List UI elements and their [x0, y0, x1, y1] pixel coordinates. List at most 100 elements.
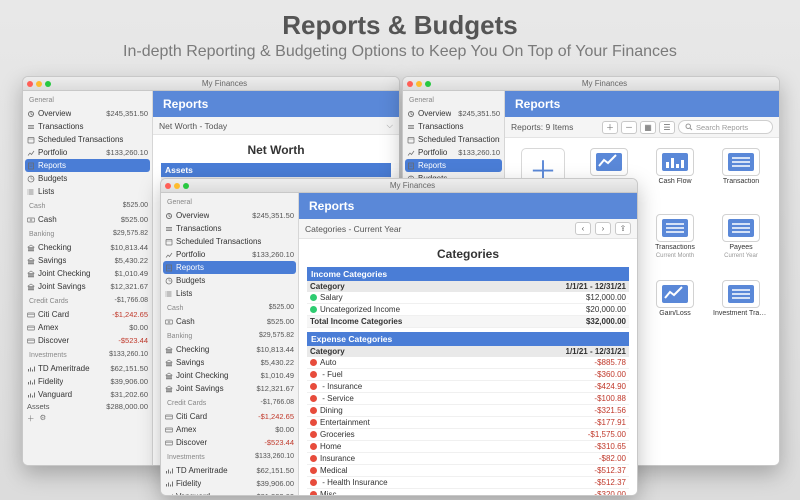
titlebar[interactable]: My Finances	[161, 179, 637, 193]
report-thumbnail-icon	[590, 148, 628, 176]
sidebar-header: Cash$525.00	[163, 300, 296, 315]
dropdown-caret-icon[interactable]: ⌵	[387, 120, 393, 131]
sidebar-item-transactions[interactable]: Transactions	[405, 120, 502, 133]
titlebar[interactable]: My Finances	[23, 77, 399, 91]
sidebar-item-amex[interactable]: Amex$0.00	[163, 423, 296, 436]
report-thumbnail-icon	[656, 214, 694, 242]
sidebar-item-cash[interactable]: Cash$525.00	[163, 315, 296, 328]
gear-icon[interactable]: ⚙	[40, 413, 47, 424]
table-row: Medical-$512.37	[307, 465, 629, 477]
scheduled-icon	[407, 136, 415, 144]
report-tile[interactable]: TransactionsCurrent Month	[651, 214, 699, 272]
inv-icon	[27, 378, 35, 386]
reports-icon	[27, 162, 35, 170]
sidebar-item-savings[interactable]: Savings$5,430.22	[163, 356, 296, 369]
list-view-button[interactable]: ☰	[659, 121, 675, 134]
sidebar-item-label: TD Ameritrade	[176, 465, 228, 476]
sidebar-item-reports[interactable]: Reports	[25, 159, 150, 172]
zoom-icon[interactable]	[45, 81, 51, 87]
sidebar-item-scheduled-transactions[interactable]: Scheduled Transactions	[25, 133, 150, 146]
transactions-icon	[407, 123, 415, 131]
sidebar-item-lists[interactable]: Lists	[25, 185, 150, 198]
sidebar-item-scheduled-transactions[interactable]: Scheduled Transactions	[163, 235, 296, 248]
sidebar-item-overview[interactable]: Overview$245,351.50	[163, 209, 296, 222]
inv-icon	[27, 365, 35, 373]
category-color-icon	[310, 395, 317, 402]
transactions-icon	[27, 123, 35, 131]
report-tile[interactable]: Gain/Loss	[651, 280, 699, 338]
report-tile[interactable]: Transaction	[717, 148, 765, 206]
tile-meta: Current Year	[724, 253, 758, 259]
report-tile[interactable]: Cash Flow	[651, 148, 699, 206]
report-tile[interactable]: Investment Transactio...	[717, 280, 765, 338]
row-amount: -$512.37	[504, 465, 629, 477]
card-icon	[27, 337, 35, 345]
report-tile[interactable]: PayeesCurrent Year	[717, 214, 765, 272]
minimize-icon[interactable]	[174, 183, 180, 189]
page-title: Reports & Budgets	[0, 10, 800, 41]
close-icon[interactable]	[407, 81, 413, 87]
minimize-icon[interactable]	[36, 81, 42, 87]
sidebar-item-vanguard[interactable]: Vanguard$31,202.60	[163, 490, 296, 495]
sidebar-item-budgets[interactable]: Budgets	[163, 274, 296, 287]
sidebar-item-portfolio[interactable]: Portfolio$133,260.10	[405, 146, 502, 159]
sidebar-item-checking[interactable]: Checking$10,813.44	[163, 343, 296, 356]
sidebar-header: Banking$29,575.82	[163, 328, 296, 343]
sidebar-item-joint-savings[interactable]: Joint Savings$12,321.67	[163, 382, 296, 395]
close-icon[interactable]	[165, 183, 171, 189]
category-color-icon	[310, 491, 317, 495]
sidebar-item-discover[interactable]: Discover-$523.44	[163, 436, 296, 449]
sidebar-item-fidelity[interactable]: Fidelity$39,906.00	[163, 477, 296, 490]
sidebar-item-scheduled-transactions[interactable]: Scheduled Transactions	[405, 133, 502, 146]
grid-view-button[interactable]: ▦	[640, 121, 656, 134]
sidebar-item-citi-card[interactable]: Citi Card-$1,242.65	[25, 308, 150, 321]
sidebar-item-overview[interactable]: Overview$245,351.50	[405, 107, 502, 120]
report-thumbnail-icon	[656, 280, 694, 308]
sidebar-item-discover[interactable]: Discover-$523.44	[25, 334, 150, 347]
sidebar-item-joint-checking[interactable]: Joint Checking$1,010.49	[25, 267, 150, 280]
nav-back-button[interactable]: ‹	[575, 222, 591, 235]
zoom-icon[interactable]	[183, 183, 189, 189]
sidebar-item-joint-checking[interactable]: Joint Checking$1,010.49	[163, 369, 296, 382]
sidebar-item-td-ameritrade[interactable]: TD Ameritrade$62,151.50	[163, 464, 296, 477]
table-row: Groceries-$1,575.00	[307, 429, 629, 441]
table-row: - Fuel-$360.00	[307, 369, 629, 381]
add-button[interactable]: ＋	[602, 121, 618, 134]
share-icon[interactable]: ⇪	[615, 222, 631, 235]
sidebar-item-lists[interactable]: Lists	[163, 287, 296, 300]
search-input[interactable]: Search Reports	[678, 120, 773, 134]
sidebar-item-checking[interactable]: Checking$10,813.44	[25, 241, 150, 254]
sidebar-item-cash[interactable]: Cash$525.00	[25, 213, 150, 226]
sidebar-item-transactions[interactable]: Transactions	[25, 120, 150, 133]
sidebar-item-td-ameritrade[interactable]: TD Ameritrade$62,151.50	[25, 362, 150, 375]
sidebar-item-joint-savings[interactable]: Joint Savings$12,321.67	[25, 280, 150, 293]
sidebar-item-vanguard[interactable]: Vanguard$31,202.60	[25, 388, 150, 401]
delete-button[interactable]: －	[621, 121, 637, 134]
sidebar-item-amex[interactable]: Amex$0.00	[25, 321, 150, 334]
sidebar-item-amount: $39,906.00	[256, 478, 294, 489]
nav-forward-button[interactable]: ›	[595, 222, 611, 235]
budgets-icon	[165, 277, 173, 285]
close-icon[interactable]	[27, 81, 33, 87]
sidebar-item-label: Overview	[176, 210, 209, 221]
sidebar-item-fidelity[interactable]: Fidelity$39,906.00	[25, 375, 150, 388]
sidebar-item-reports[interactable]: Reports	[405, 159, 502, 172]
bank-icon	[27, 283, 35, 291]
titlebar[interactable]: My Finances	[403, 77, 779, 91]
add-account-icon[interactable]: ＋	[27, 413, 35, 424]
sidebar-item-transactions[interactable]: Transactions	[163, 222, 296, 235]
sidebar-item-reports[interactable]: Reports	[163, 261, 296, 274]
sidebar-item-label: Citi Card	[38, 309, 69, 320]
sidebar-item-overview[interactable]: Overview$245,351.50	[25, 107, 150, 120]
sidebar-item-savings[interactable]: Savings$5,430.22	[25, 254, 150, 267]
cash-icon	[27, 216, 35, 224]
sidebar-item-portfolio[interactable]: Portfolio$133,260.10	[25, 146, 150, 159]
sidebar-item-budgets[interactable]: Budgets	[25, 172, 150, 185]
sidebar-item-label: Scheduled Transactions	[176, 236, 261, 247]
transactions-icon	[165, 225, 173, 233]
scheduled-icon	[165, 238, 173, 246]
minimize-icon[interactable]	[416, 81, 422, 87]
zoom-icon[interactable]	[425, 81, 431, 87]
sidebar-item-citi-card[interactable]: Citi Card-$1,242.65	[163, 410, 296, 423]
sidebar-item-portfolio[interactable]: Portfolio$133,260.10	[163, 248, 296, 261]
